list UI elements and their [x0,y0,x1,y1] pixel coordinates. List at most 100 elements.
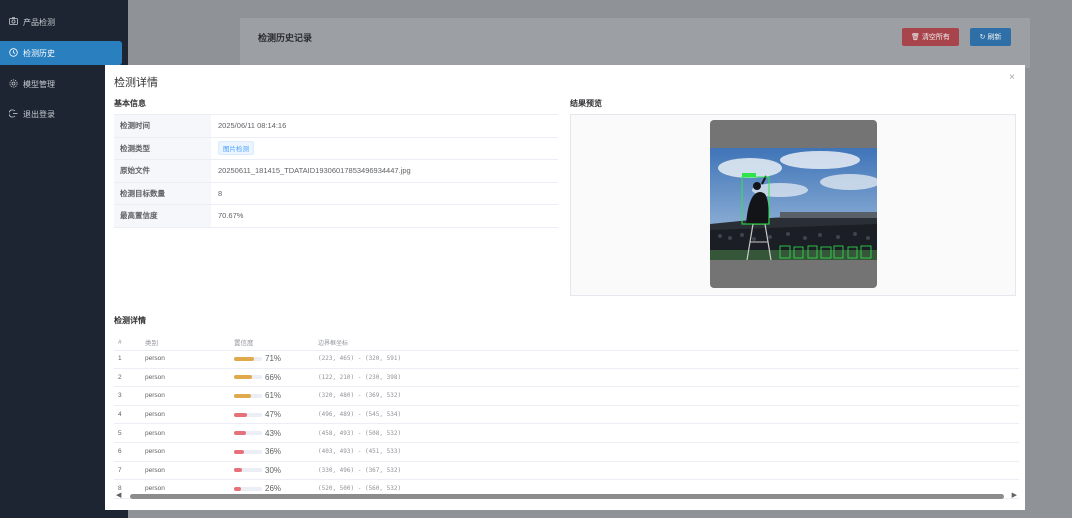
confidence-bar-fill [234,412,248,417]
info-label: 检测时间 [114,115,211,137]
info-value: 8 [218,188,223,198]
row-index: 1 [118,355,122,363]
column-header-bbox: 边界框坐标 [318,339,349,347]
confidence-bar-fill [234,431,247,436]
row-index: 2 [118,373,122,381]
sidebar-item-label: 退出登录 [23,109,55,119]
confidence-bar-fill [234,449,245,454]
scroll-right-icon[interactable]: ▶ [1012,491,1017,499]
sidebar-item-logout[interactable]: 退出登录 [0,102,122,126]
confidence-label: 30% [265,465,282,475]
trash-icon: 🗑 [911,34,920,41]
confidence-cell: 47% [234,410,318,419]
row-class: person [145,429,165,437]
confidence-bar-fill [234,356,254,361]
table-row: 4 person 47% (496, 489) - (545, 534) [114,406,1019,425]
row-bbox: (122, 210) - (230, 398) [318,373,402,381]
info-row-confidence: 最高置信度 70.67% [114,205,558,228]
confidence-cell: 61% [234,391,318,400]
logout-icon [7,109,18,120]
gear-icon [8,79,18,90]
info-label: 检测类型 [114,137,211,159]
row-bbox: (458, 493) - (508, 532) [318,429,402,437]
table-row: 7 person 30% (330, 496) - (367, 532) [114,462,1019,481]
row-class: person [145,392,165,400]
sidebar-item-label: 模型管理 [23,79,55,89]
row-bbox: (223, 465) - (320, 591) [318,355,402,363]
confidence-bar-fill [234,468,243,473]
table-row: 3 person 61% (320, 480) - (369, 532) [114,387,1019,406]
info-row-file: 原始文件 20250611_181415_TDATAID193060178534… [114,160,558,183]
table-row: 5 person 43% (458, 493) - (508, 532) [114,424,1019,443]
confidence-bar [234,412,262,417]
type-tag: 图片检测 [218,141,254,156]
table-row: 6 person 36% (403, 493) - (451, 533) [114,443,1019,462]
detection-detail-title: 检测详情 [114,316,146,325]
clock-icon [8,47,18,59]
sidebar-item-model-management[interactable]: 模型管理 [0,72,122,96]
confidence-bar-fill [234,375,253,380]
row-index: 4 [118,411,122,419]
confidence-label: 36% [265,447,282,457]
refresh-button[interactable]: ↻ 刷新 [970,28,1011,46]
column-header-confidence: 置信度 [234,340,254,347]
horizontal-scrollbar[interactable]: ◀ ▶ [114,491,1019,501]
result-image [710,148,877,261]
column-header-class: 类别 [145,340,158,347]
confidence-bar [234,449,262,454]
confidence-bar [234,468,262,473]
preview-frame[interactable] [710,120,877,288]
confidence-bar [234,356,262,361]
column-header-index: # [118,338,122,346]
info-row-count: 检测目标数量 8 [114,182,558,205]
dialog-title: 检测详情 [114,77,158,89]
sidebar-item-detection-history[interactable]: 检测历史 [0,41,122,65]
result-preview [570,114,1016,296]
row-class: person [145,448,165,456]
row-bbox: (330, 496) - (367, 532) [318,466,402,474]
row-class: person [145,466,165,474]
row-bbox: (320, 480) - (369, 532) [318,392,402,400]
basic-info-table: 检测时间 2025/06/11 08:14:16 检测类型 图片检测 原始文件 … [114,114,558,228]
confidence-bar [234,393,262,398]
confidence-cell: 43% [234,429,318,438]
confidence-label: 66% [265,372,282,382]
clear-all-label: 清空所有 [921,34,950,41]
refresh-icon: ↻ [979,34,986,41]
scrollbar-thumb[interactable] [130,494,1004,499]
row-bbox: (496, 489) - (545, 534) [318,411,402,419]
confidence-cell: 66% [234,373,318,382]
row-class: person [145,373,165,381]
confidence-bar-fill [234,393,252,398]
row-index: 5 [118,429,122,437]
confidence-cell: 30% [234,466,318,475]
refresh-label: 刷新 [987,34,1002,41]
confidence-bar [234,375,262,380]
basic-info-title: 基本信息 [114,99,146,108]
clear-all-button[interactable]: 🗑 清空所有 [902,28,959,46]
info-label: 最高置信度 [114,205,211,227]
confidence-cell: 71% [234,354,318,363]
confidence-label: 61% [265,391,282,401]
confidence-label: 71% [265,354,282,364]
sidebar-item-label: 检测历史 [23,48,55,58]
row-class: person [145,355,165,363]
confidence-cell: 36% [234,447,318,456]
table-row: 2 person 66% (122, 210) - (230, 398) [114,369,1019,388]
table-row: 1 person 71% (223, 465) - (320, 591) [114,350,1019,369]
info-label: 检测目标数量 [114,182,211,204]
scroll-left-icon[interactable]: ◀ [116,491,121,499]
info-row-time: 检测时间 2025/06/11 08:14:16 [114,115,558,138]
close-icon[interactable]: × [1009,72,1015,83]
row-bbox: (403, 493) - (451, 533) [318,448,402,456]
detection-table-body: 1 person 71% (223, 465) - (320, 591) 2 p… [114,350,1019,499]
confidence-label: 43% [265,428,282,438]
camera-icon [8,17,18,27]
row-index: 7 [118,466,122,474]
row-index: 3 [118,392,122,400]
sidebar-item-product-detection[interactable]: 产品检测 [0,10,122,34]
detection-table-header: # 类别 置信度 边界框坐标 [114,334,1019,351]
info-row-type: 检测类型 图片检测 [114,137,558,160]
history-card-title: 检测历史记录 [258,33,313,43]
row-index: 6 [118,448,122,456]
